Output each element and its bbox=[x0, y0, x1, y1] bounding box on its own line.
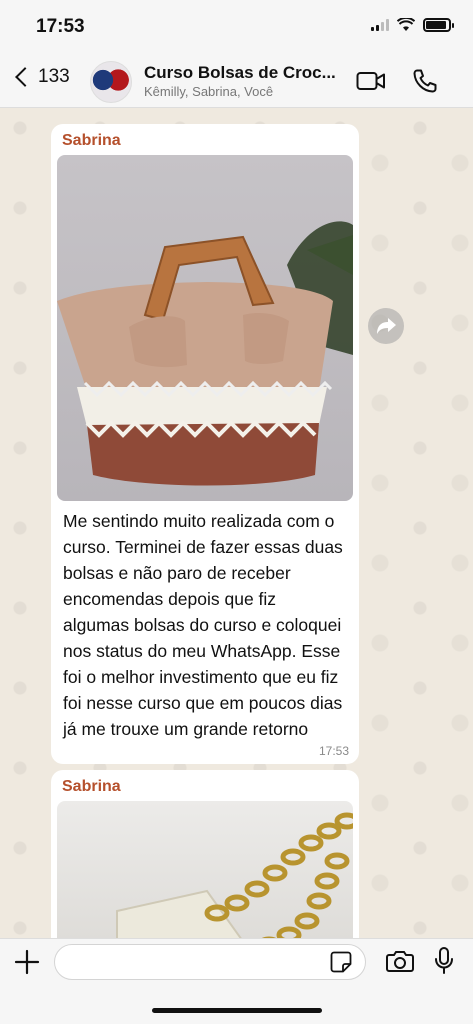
message-sender: Sabrina bbox=[62, 132, 121, 149]
back-chevron-icon bbox=[15, 67, 35, 87]
back-button[interactable]: 133 bbox=[12, 66, 70, 88]
crochet-bag-illustration bbox=[57, 221, 353, 486]
cellular-signal-icon bbox=[371, 19, 389, 31]
video-call-icon[interactable] bbox=[356, 70, 386, 92]
wifi-icon bbox=[397, 18, 415, 31]
camera-icon[interactable] bbox=[386, 949, 414, 973]
message-text: Me sentindo muito realizada com o curso.… bbox=[63, 511, 343, 739]
chat-area[interactable]: Sabrina Me sentindo muito realizada com … bbox=[0, 108, 473, 938]
group-avatar[interactable] bbox=[90, 61, 132, 103]
plus-icon[interactable] bbox=[14, 949, 40, 975]
home-indicator bbox=[152, 1008, 322, 1013]
phone-icon[interactable] bbox=[412, 68, 438, 94]
mic-icon[interactable] bbox=[434, 947, 454, 975]
message-time: 17:53 bbox=[318, 744, 349, 758]
forward-icon bbox=[377, 318, 396, 334]
message-input[interactable] bbox=[54, 944, 366, 980]
message-sender: Sabrina bbox=[62, 778, 121, 795]
chat-participants[interactable]: Kêmilly, Sabrina, Você bbox=[144, 84, 273, 99]
chat-header: 133 Curso Bolsas de Croc... Kêmilly, Sab… bbox=[0, 56, 473, 108]
status-icons bbox=[371, 18, 454, 32]
sticker-icon[interactable] bbox=[330, 951, 352, 973]
chain-bag-illustration bbox=[116, 812, 353, 938]
unread-count: 133 bbox=[38, 66, 70, 87]
battery-icon bbox=[423, 18, 454, 32]
forward-button[interactable] bbox=[368, 308, 404, 344]
chat-title[interactable]: Curso Bolsas de Croc... bbox=[144, 63, 349, 83]
message-bubble[interactable]: Sabrina bbox=[51, 770, 359, 938]
status-bar: 17:53 bbox=[0, 0, 473, 56]
status-time: 17:53 bbox=[36, 16, 85, 37]
message-photo-crochet-bag[interactable] bbox=[57, 155, 353, 501]
message-bubble[interactable]: Sabrina Me sentindo muito realizada com … bbox=[51, 124, 359, 764]
message-photo-chain-bag[interactable] bbox=[57, 801, 353, 938]
